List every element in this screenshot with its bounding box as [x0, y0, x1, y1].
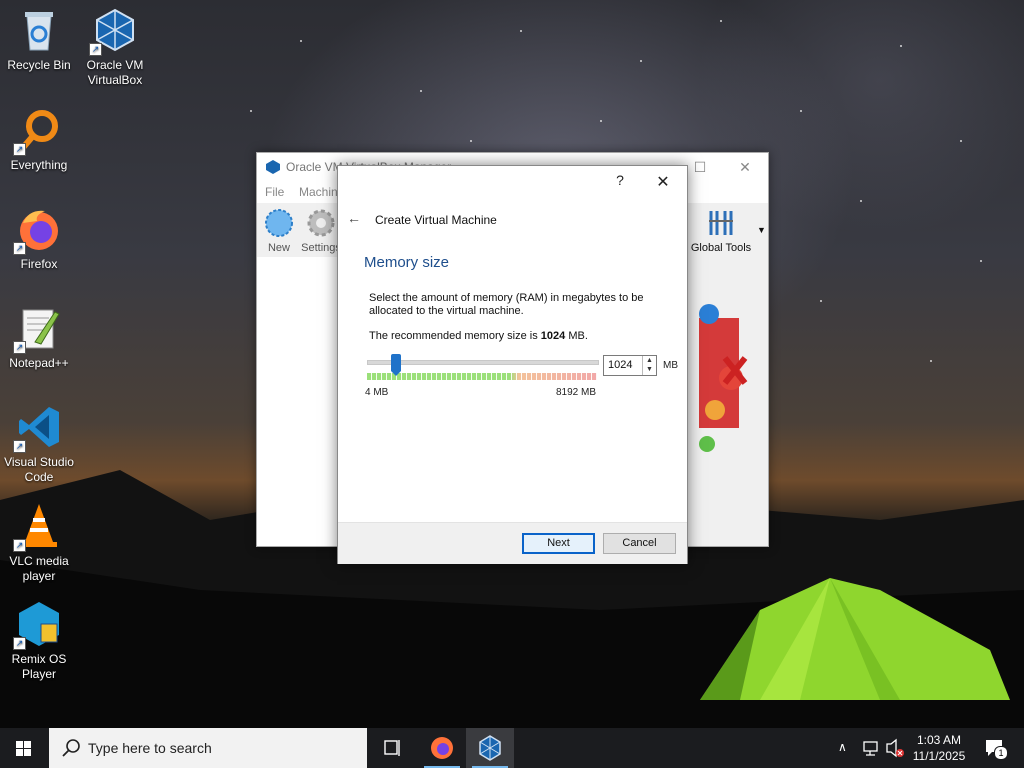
- virtualbox-icon: [479, 735, 501, 761]
- remix-os-icon: ↗: [13, 600, 63, 650]
- global-tools-button[interactable]: Global Tools: [689, 207, 753, 254]
- taskbar: Type here to search ∧ 1:03 AM 11/1/2025 …: [0, 728, 1024, 768]
- desktop-icon-notepadplusplus[interactable]: ↗ Notepad++: [0, 304, 78, 371]
- recommended-value: 1024: [540, 330, 566, 342]
- task-view-icon: [384, 740, 400, 756]
- desktop-icon-label: Oracle VM VirtualBox: [86, 58, 144, 87]
- desktop-icon-remix-os[interactable]: ↗ Remix OS Player: [0, 600, 78, 682]
- search-icon: [62, 739, 80, 757]
- desktop-icon-label: Everything: [10, 158, 68, 172]
- clock-date: 11/1/2025: [912, 749, 966, 763]
- shortcut-arrow-icon: ↗: [13, 539, 26, 552]
- recommended-memory-text: The recommended memory size is 1024 MB.: [369, 330, 588, 342]
- slider-ticks: [367, 373, 597, 380]
- desktop-icon-label: VLC media player: [9, 554, 69, 583]
- search-placeholder: Type here to search: [88, 740, 212, 756]
- network-icon[interactable]: [861, 728, 881, 768]
- dialog-close-button[interactable]: ✕: [652, 172, 674, 192]
- start-button[interactable]: [0, 728, 48, 768]
- desktop-icon-vlc[interactable]: ↗ VLC media player: [0, 502, 78, 584]
- desktop-icon-everything[interactable]: ↗ Everything: [0, 106, 78, 173]
- desktop-icon-label: Recycle Bin: [7, 58, 71, 72]
- welcome-mascot-illustration: [699, 304, 748, 452]
- desktop-icon-label: Remix OS Player: [11, 652, 67, 681]
- tools-icon: [709, 211, 733, 235]
- volume-muted-icon[interactable]: [884, 728, 906, 768]
- cancel-button[interactable]: Cancel: [603, 533, 676, 554]
- taskbar-virtualbox-button[interactable]: [466, 728, 514, 768]
- firefox-icon: [431, 737, 453, 759]
- show-hidden-icons-chevron-icon[interactable]: ∧: [838, 740, 856, 780]
- slider-min-label: 4 MB: [365, 387, 389, 398]
- shortcut-arrow-icon: ↗: [13, 440, 26, 453]
- slider-track[interactable]: [367, 360, 599, 365]
- vm-list-panel[interactable]: [257, 257, 337, 546]
- recycle-bin-icon: [15, 6, 63, 54]
- desktop-icon-vscode[interactable]: ↗ Visual Studio Code: [0, 403, 78, 485]
- vlc-icon: ↗: [13, 502, 63, 552]
- shortcut-arrow-icon: ↗: [13, 637, 26, 650]
- notification-center-button[interactable]: 1: [982, 728, 1010, 768]
- task-view-button[interactable]: [368, 728, 416, 768]
- back-arrow-icon[interactable]: ←: [344, 210, 364, 228]
- spin-down-icon[interactable]: ▼: [643, 365, 656, 374]
- taskbar-search-box[interactable]: Type here to search: [49, 728, 367, 768]
- shortcut-arrow-icon: ↗: [13, 143, 26, 156]
- wizard-title: Create Virtual Machine: [375, 213, 497, 227]
- recommended-suffix: MB.: [565, 330, 588, 342]
- menu-file[interactable]: File: [265, 185, 284, 199]
- recommended-prefix: The recommended memory size is: [369, 330, 541, 342]
- desktop-icon-virtualbox[interactable]: ↗ Oracle VM VirtualBox: [76, 6, 154, 88]
- desktop-icon-label: Visual Studio Code: [4, 455, 74, 484]
- maximize-button[interactable]: ☐: [687, 157, 713, 177]
- dialog-button-bar: Next Cancel: [338, 522, 687, 564]
- taskbar-clock[interactable]: 1:03 AM 11/1/2025: [908, 732, 970, 764]
- slider-max-label: 8192 MB: [556, 387, 597, 398]
- notification-count-badge: 1: [994, 746, 1008, 760]
- new-vm-button[interactable]: New: [257, 207, 301, 254]
- taskbar-firefox-button[interactable]: [418, 728, 466, 768]
- gear-icon: [307, 209, 335, 237]
- close-button[interactable]: ✕: [732, 157, 758, 177]
- virtualbox-icon: [266, 160, 280, 174]
- shortcut-arrow-icon: ↗: [13, 242, 26, 255]
- toolbar-dropdown-arrow-icon[interactable]: ▼: [757, 225, 766, 235]
- memory-unit-label: MB: [663, 360, 678, 371]
- shortcut-arrow-icon: ↗: [13, 341, 26, 354]
- new-starburst-icon: [265, 209, 293, 237]
- desktop-icon-recycle-bin[interactable]: Recycle Bin: [0, 6, 78, 73]
- windows-logo-icon: [16, 741, 31, 756]
- create-vm-dialog[interactable]: ? ✕ ← Create Virtual Machine Memory size…: [337, 165, 688, 564]
- memory-description: Select the amount of memory (RAM) in meg…: [369, 292, 644, 317]
- firefox-icon: ↗: [13, 205, 63, 255]
- new-label: New: [267, 242, 290, 254]
- desktop-icon-label: Firefox: [20, 257, 58, 271]
- spin-up-icon[interactable]: ▲: [643, 356, 656, 365]
- memory-spinbox[interactable]: 1024 ▲ ▼: [603, 355, 657, 376]
- global-tools-label: Global Tools: [690, 242, 752, 254]
- clock-time: 1:03 AM: [916, 733, 962, 747]
- notepadplusplus-icon: ↗: [13, 304, 63, 354]
- vscode-icon: ↗: [13, 403, 63, 453]
- everything-search-icon: ↗: [13, 106, 63, 156]
- shortcut-arrow-icon: ↗: [89, 43, 102, 56]
- slider-thumb[interactable]: [390, 354, 401, 376]
- spinbox-arrows: ▲ ▼: [642, 356, 656, 375]
- desktop-icon-label: Notepad++: [9, 356, 69, 370]
- virtualbox-icon: ↗: [89, 6, 139, 56]
- page-title: Memory size: [364, 254, 450, 271]
- dialog-title-bar[interactable]: ? ✕: [338, 166, 687, 196]
- memory-spinbox-value[interactable]: 1024: [608, 359, 632, 371]
- help-button[interactable]: ?: [610, 172, 630, 192]
- desktop-icon-firefox[interactable]: ↗ Firefox: [0, 205, 78, 272]
- next-button[interactable]: Next: [522, 533, 595, 554]
